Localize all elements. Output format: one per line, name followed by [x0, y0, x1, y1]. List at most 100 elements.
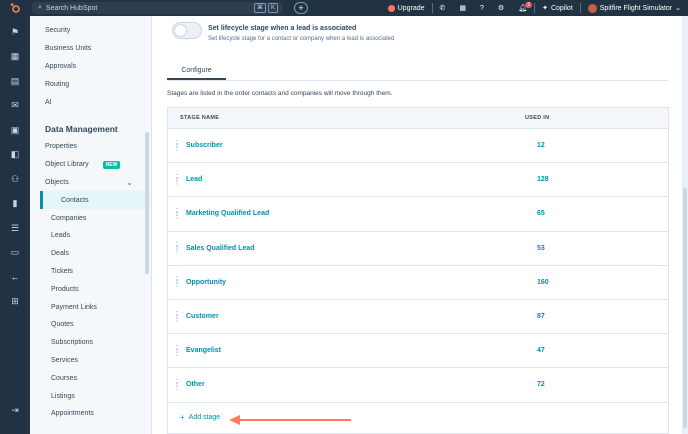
stage-name-link[interactable]: Sales Qualified Lead [186, 245, 537, 252]
drag-handle-icon[interactable]: ⋮ ⋮ [168, 276, 186, 288]
sidebar-item-courses[interactable]: Courses [30, 369, 151, 387]
drag-handle-icon[interactable]: ⋮ ⋮ [168, 344, 186, 356]
sidebar-item-label: Listings [51, 392, 75, 400]
table-row[interactable]: ⋮ ⋮ Subscriber 12 [168, 129, 668, 164]
scrollbar-thumb[interactable] [683, 188, 687, 428]
sidebar-item-quotes[interactable]: Quotes [30, 316, 151, 334]
collapse-arrow-icon[interactable]: ← [8, 270, 22, 284]
sidebar-item-listings[interactable]: Listings [30, 387, 151, 405]
tab-configure[interactable]: Configure [167, 63, 226, 80]
sidebar-item-label: Tickets [51, 267, 73, 275]
stage-name-link[interactable]: Evangelist [186, 347, 537, 354]
drag-handle-icon[interactable]: ⋮ ⋮ [168, 207, 186, 219]
sidebar-item-companies[interactable]: Companies [30, 209, 151, 227]
sidebar-item-ai[interactable]: AI [30, 93, 151, 111]
used-in-count-link[interactable]: 128 [537, 176, 549, 183]
data-management-icon[interactable]: ☰ [8, 221, 22, 235]
notifications-button[interactable]: 🔔︎ 2 [511, 0, 534, 16]
table-row[interactable]: ⋮ ⋮ Customer 87 [168, 300, 668, 335]
new-badge: NEW [102, 160, 121, 169]
sidebar-item-tickets[interactable]: Tickets [30, 263, 151, 281]
sidebar-item-label: Leads [51, 232, 71, 240]
stage-name-link[interactable]: Opportunity [186, 279, 537, 286]
drag-handle-icon[interactable]: ⋮ ⋮ [168, 173, 186, 185]
used-in-count-link[interactable]: 160 [537, 279, 549, 286]
stage-name-link[interactable]: Subscriber [186, 142, 537, 149]
table-row[interactable]: ⋮ ⋮ Marketing Qualified Lead 65 [168, 197, 668, 232]
expand-sidebar-icon[interactable]: ⇥ [8, 404, 22, 418]
global-search-input[interactable]: ⌕ Search HubSpot ⌘ K [32, 2, 282, 14]
library-icon[interactable]: ▭ [8, 246, 22, 260]
sales-icon[interactable]: ◧ [8, 148, 22, 162]
automation-icon[interactable]: ⚇ [8, 172, 22, 186]
sidebar-item-objects[interactable]: Objects ⌄ [30, 174, 151, 192]
table-row[interactable]: ⋮ ⋮ Opportunity 160 [168, 266, 668, 300]
table-row[interactable]: ⋮ ⋮ Lead 128 [168, 163, 668, 198]
used-in-count-link[interactable]: 12 [537, 142, 545, 149]
main-scrollbar[interactable] [682, 16, 688, 434]
setting-description: Set lifecycle stage for a contact or com… [208, 36, 395, 42]
content-icon[interactable]: ▣ [8, 123, 22, 137]
used-in-count-link[interactable]: 87 [537, 313, 545, 320]
sidebar-item-services[interactable]: Services [30, 352, 151, 370]
top-navigation-bar: ⌕ Search HubSpot ⌘ K + Upgrade ✆ ▦ ? ⚙ 🔔… [0, 0, 688, 16]
help-icon: ? [480, 4, 484, 12]
copilot-button[interactable]: ✦ Copilot [535, 0, 580, 16]
sidebar-item-business-units[interactable]: Business Units [30, 40, 151, 58]
hubspot-logo-icon[interactable] [0, 0, 30, 16]
marketing-icon[interactable]: ✉ [8, 99, 22, 113]
sidebar-item-object-library[interactable]: Object Library NEW [30, 156, 151, 174]
account-menu[interactable]: Spitfire Flight Simulator ⌄ [581, 0, 688, 16]
used-in-count-link[interactable]: 47 [537, 347, 545, 354]
used-in-count-link[interactable]: 53 [537, 245, 545, 252]
crm-icon[interactable]: ▤ [8, 74, 22, 88]
used-in-count-link[interactable]: 72 [537, 381, 545, 388]
workspaces-icon[interactable]: ▦ [8, 50, 22, 64]
marketplace-button[interactable]: ▦ [452, 0, 473, 16]
command-key: ⌘ [253, 3, 266, 13]
sidebar-item-contacts[interactable]: Contacts [40, 191, 151, 210]
plus-icon: + [298, 3, 304, 13]
drag-handle-icon[interactable]: ⋮ ⋮ [168, 378, 186, 390]
sidebar-item-products[interactable]: Products [30, 280, 151, 298]
sidebar-item-deals[interactable]: Deals [30, 245, 151, 263]
drag-handle-icon[interactable]: ⋮ ⋮ [168, 139, 186, 151]
sidebar-item-label: Contacts [61, 196, 89, 204]
stage-name-link[interactable]: Marketing Qualified Lead [186, 210, 537, 217]
help-button[interactable]: ? [473, 0, 491, 16]
table-row[interactable]: ⋮ ⋮ Evangelist 47 [168, 334, 668, 369]
sidebar-item-security[interactable]: Security [30, 22, 151, 40]
settings-sidebar: Security Business Units Approvals Routing AI… [30, 16, 152, 434]
sidebar-item-subscriptions[interactable]: Subscriptions [30, 334, 151, 352]
sidebar-item-label: Appointments [51, 410, 94, 418]
sidebar-item-appointments[interactable]: Appointments [30, 405, 151, 423]
sidebar-item-approvals[interactable]: Approvals [30, 58, 151, 76]
apps-icon[interactable]: ⊞ [8, 295, 22, 309]
bookmark-icon[interactable]: ⚑ [8, 25, 22, 39]
sidebar-item-routing[interactable]: Routing [30, 75, 151, 93]
settings-button[interactable]: ⚙ [491, 0, 511, 16]
sidebar-item-properties[interactable]: Properties [30, 138, 151, 156]
create-new-button[interactable]: + [294, 2, 308, 14]
marketplace-icon: ▦ [459, 5, 467, 12]
drag-handle-icon[interactable]: ⋮ ⋮ [168, 310, 186, 322]
sidebar-item-leads[interactable]: Leads [30, 227, 151, 245]
sidebar-item-label: Business Units [45, 45, 92, 53]
reporting-icon[interactable]: ▮ [8, 197, 22, 211]
table-row[interactable]: ⋮ ⋮ Other 72 [168, 368, 668, 403]
stage-name-link[interactable]: Other [186, 381, 537, 388]
sidebar-item-label: Security [45, 27, 71, 35]
used-in-count-link[interactable]: 65 [537, 210, 545, 217]
drag-handle-icon[interactable]: ⋮ ⋮ [168, 242, 186, 254]
stage-name-link[interactable]: Lead [186, 176, 537, 183]
stage-name-link[interactable]: Customer [186, 313, 537, 320]
upgrade-button[interactable]: Upgrade [381, 0, 432, 16]
calling-button[interactable]: ✆ [433, 0, 453, 16]
sidebar-item-label: Services [51, 356, 78, 364]
table-row[interactable]: ⋮ ⋮ Sales Qualified Lead 53 [168, 232, 668, 266]
chevron-down-icon: ⌄ [126, 177, 133, 187]
k-key: K [267, 3, 278, 13]
lifecycle-stage-toggle[interactable] [172, 22, 202, 39]
sidebar-scrollbar[interactable] [145, 132, 149, 274]
sidebar-item-payment-links[interactable]: Payment Links [30, 298, 151, 316]
